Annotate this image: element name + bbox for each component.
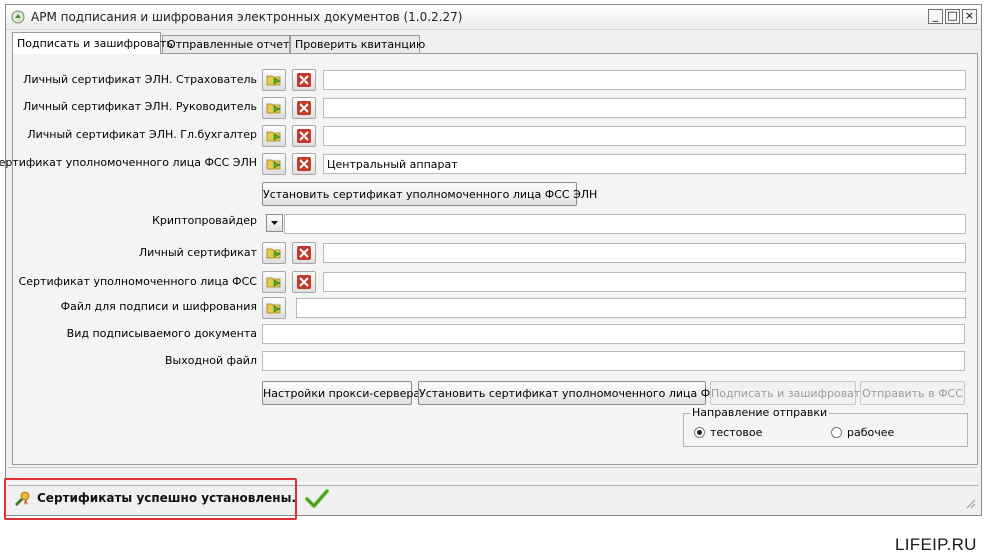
cert-fss-eln-field[interactable]: Центральный аппарат	[323, 154, 966, 174]
personal-cert-field[interactable]	[323, 243, 966, 263]
send-direction-title: Направление отправки	[690, 406, 830, 419]
output-file-field[interactable]	[262, 351, 965, 371]
doc-type-label: Вид подписываемого документа	[66, 327, 257, 340]
app-logo-icon	[11, 10, 25, 24]
cert-head-pick-button[interactable]	[262, 97, 286, 119]
cert-insurer-clear-button[interactable]	[292, 69, 316, 91]
folder-certificate-icon	[266, 248, 281, 259]
output-file-label: Выходной файл	[165, 354, 257, 367]
status-highlight-frame	[4, 478, 297, 520]
window-title: АРМ подписания и шифрования электронных …	[31, 10, 463, 24]
send-direction-group: Направление отправки тестовое рабочее	[683, 406, 968, 447]
folder-certificate-icon	[266, 103, 281, 114]
cert-accountant-pick-button[interactable]	[262, 125, 286, 147]
doc-type-field[interactable]	[262, 324, 965, 344]
site-watermark: LIFEIP.RU	[895, 535, 977, 554]
cert-fss-label: Сертификат уполномоченного лица ФСС	[18, 275, 257, 288]
cert-accountant-field[interactable]	[323, 126, 966, 146]
folder-certificate-icon	[266, 303, 281, 314]
delete-x-icon	[297, 73, 311, 87]
cert-fss-pick-button[interactable]	[262, 271, 286, 293]
maximize-button[interactable]: □	[945, 9, 960, 24]
delete-x-icon	[297, 129, 311, 143]
delete-x-icon	[297, 275, 311, 289]
personal-cert-label: Личный сертификат	[138, 246, 257, 259]
resize-grip-icon[interactable]	[964, 497, 976, 509]
chevron-down-icon	[271, 221, 278, 225]
cert-insurer-label: Личный сертификат ЭЛН. Страхователь	[23, 73, 257, 86]
tab-sent-reports[interactable]: Отправленные отчеты	[162, 35, 298, 53]
radio-test[interactable]	[694, 427, 705, 438]
personal-cert-clear-button[interactable]	[292, 242, 316, 264]
proxy-settings-button[interactable]: Настройки прокси-сервера	[262, 381, 420, 405]
cert-insurer-pick-button[interactable]	[262, 69, 286, 91]
close-button[interactable]: ×	[962, 9, 977, 24]
cert-accountant-clear-button[interactable]	[292, 125, 316, 147]
cert-fss-eln-pick-button[interactable]	[262, 153, 286, 175]
app-window: АРМ подписания и шифрования электронных …	[0, 4, 982, 516]
delete-x-icon	[297, 101, 311, 115]
cert-accountant-label: Личный сертификат ЭЛН. Гл.бухгалтер	[27, 128, 257, 141]
cert-fss-field[interactable]	[323, 272, 966, 292]
install-fss-cert-button[interactable]: Установить сертификат уполномоченного ли…	[418, 381, 726, 405]
folder-certificate-icon	[266, 277, 281, 288]
file-label: Файл для подписи и шифрования	[60, 300, 257, 313]
radio-production[interactable]	[831, 427, 842, 438]
sign-encrypt-panel: Личный сертификат ЭЛН. Страхователь Личн…	[0, 53, 978, 465]
folder-certificate-icon	[266, 159, 281, 170]
cert-head-clear-button[interactable]	[292, 97, 316, 119]
crypto-provider-field[interactable]	[284, 214, 966, 234]
personal-cert-pick-button[interactable]	[262, 242, 286, 264]
send-fss-button[interactable]: Отправить в ФСС	[860, 381, 965, 405]
delete-x-icon	[297, 157, 311, 171]
cert-fss-clear-button[interactable]	[292, 271, 316, 293]
tab-check-receipt[interactable]: Проверить квитанцию	[290, 35, 425, 53]
crypto-provider-label: Криптопровайдер	[152, 214, 257, 227]
title-bar: АРМ подписания и шифрования электронных …	[6, 5, 981, 30]
cert-fss-eln-clear-button[interactable]	[292, 153, 316, 175]
folder-certificate-icon	[266, 131, 281, 142]
crypto-provider-dropdown[interactable]	[266, 214, 283, 232]
sign-encrypt-button[interactable]: Подписать и зашифровать	[710, 381, 867, 405]
cert-fss-eln-label: Сертификат уполномоченного лица ФСС ЭЛН	[0, 156, 257, 169]
folder-certificate-icon	[266, 75, 281, 86]
radio-test-label[interactable]: тестовое	[710, 426, 762, 439]
file-field[interactable]	[296, 298, 966, 318]
cert-head-label: Личный сертификат ЭЛН. Руководитель	[22, 100, 257, 113]
tab-sign-encrypt[interactable]: Подписать и зашифровать	[12, 32, 173, 54]
cert-insurer-field[interactable]	[323, 70, 966, 90]
radio-production-label[interactable]: рабочее	[847, 426, 894, 439]
install-fss-eln-cert-button[interactable]: Установить сертификат уполномоченного ли…	[262, 182, 597, 206]
cert-head-field[interactable]	[323, 98, 966, 118]
minimize-button[interactable]: _	[928, 9, 943, 24]
delete-x-icon	[297, 246, 311, 260]
checkmark-icon	[305, 489, 329, 508]
file-pick-button[interactable]	[262, 297, 286, 319]
